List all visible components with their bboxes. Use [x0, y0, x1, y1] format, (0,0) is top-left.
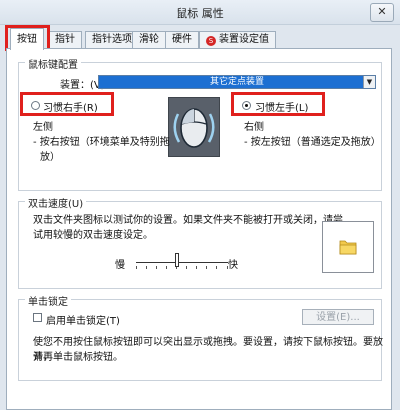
tab-label: 按钮: [17, 34, 37, 45]
slider-tick: [196, 266, 197, 269]
left-side-desc-2: 放）: [40, 152, 60, 163]
double-click-desc-1: 双击文件夹图标以测试你的设置。如果文件夹不能被打开或关闭，请尝: [33, 215, 343, 226]
right-side-desc-1: - 按左按钮（普通选定及拖放）: [244, 137, 381, 148]
slider-tick: [166, 266, 167, 269]
double-click-desc-2: 试用较慢的双击速度设定。: [33, 230, 153, 241]
tab-label: 指针: [55, 34, 75, 45]
device-select[interactable]: 其它定点装置 ▼: [98, 75, 376, 89]
slider-tick: [186, 266, 187, 269]
mouse-preview: [168, 97, 220, 157]
tab-label: 装置设定值: [219, 34, 269, 45]
slider-tick: [227, 266, 228, 269]
slider-tick: [156, 266, 157, 269]
click-lock-checkbox[interactable]: [33, 313, 42, 322]
slow-label: 慢: [115, 260, 125, 271]
click-lock-legend: 单击锁定: [25, 293, 71, 308]
tab-label: 指针选项: [92, 34, 132, 45]
slider-thumb[interactable]: [174, 253, 179, 267]
tab-label: 硬件: [172, 34, 192, 45]
slider-tick: [146, 266, 147, 269]
slider-tick: [216, 266, 217, 269]
tab-pointers[interactable]: 指针: [48, 31, 82, 49]
folder-icon: [339, 240, 357, 255]
left-hand-label[interactable]: 习惯左手(L): [255, 99, 308, 114]
tab-wheel[interactable]: 滑轮: [132, 31, 166, 49]
left-side-title: 左侧: [33, 122, 53, 133]
synaptics-icon: S: [206, 36, 216, 46]
mouse-icon: [173, 108, 215, 148]
tab-buttons[interactable]: 按钮: [10, 28, 44, 50]
tab-device-settings[interactable]: S 装置设定值: [199, 31, 276, 49]
close-button[interactable]: ✕: [370, 3, 394, 22]
slider-tick: [136, 266, 137, 269]
double-click-speed-slider[interactable]: [136, 262, 228, 263]
window-title: 鼠标 属性: [176, 7, 224, 20]
click-lock-settings-button[interactable]: 设置(E)...: [302, 309, 374, 325]
tab-label: 滑轮: [139, 34, 159, 45]
title-bar: 鼠标 属性 ✕: [0, 0, 400, 25]
test-folder-area[interactable]: [322, 221, 374, 273]
tab-hardware[interactable]: 硬件: [165, 31, 199, 49]
device-select-value: 其它定点装置: [209, 77, 264, 87]
fast-label: 快: [228, 260, 238, 271]
right-side-title: 右侧: [244, 122, 264, 133]
chevron-down-icon[interactable]: ▼: [363, 76, 375, 88]
double-click-legend: 双击速度(U): [25, 195, 87, 210]
slider-tick: [206, 266, 207, 269]
right-hand-label[interactable]: 习惯右手(R): [43, 99, 98, 114]
click-lock-label[interactable]: 启用单击锁定(T): [46, 312, 120, 327]
button-config-legend: 鼠标键配置: [25, 56, 81, 71]
left-side-desc-1: - 按右按钮（环境菜单及特别拖: [33, 137, 170, 148]
tab-pointer-options[interactable]: 指针选项: [85, 31, 139, 49]
click-lock-desc-2: 请再单击鼠标按钮。: [33, 352, 123, 363]
radio-left-hand[interactable]: [242, 101, 251, 110]
radio-right-hand[interactable]: [31, 101, 40, 110]
